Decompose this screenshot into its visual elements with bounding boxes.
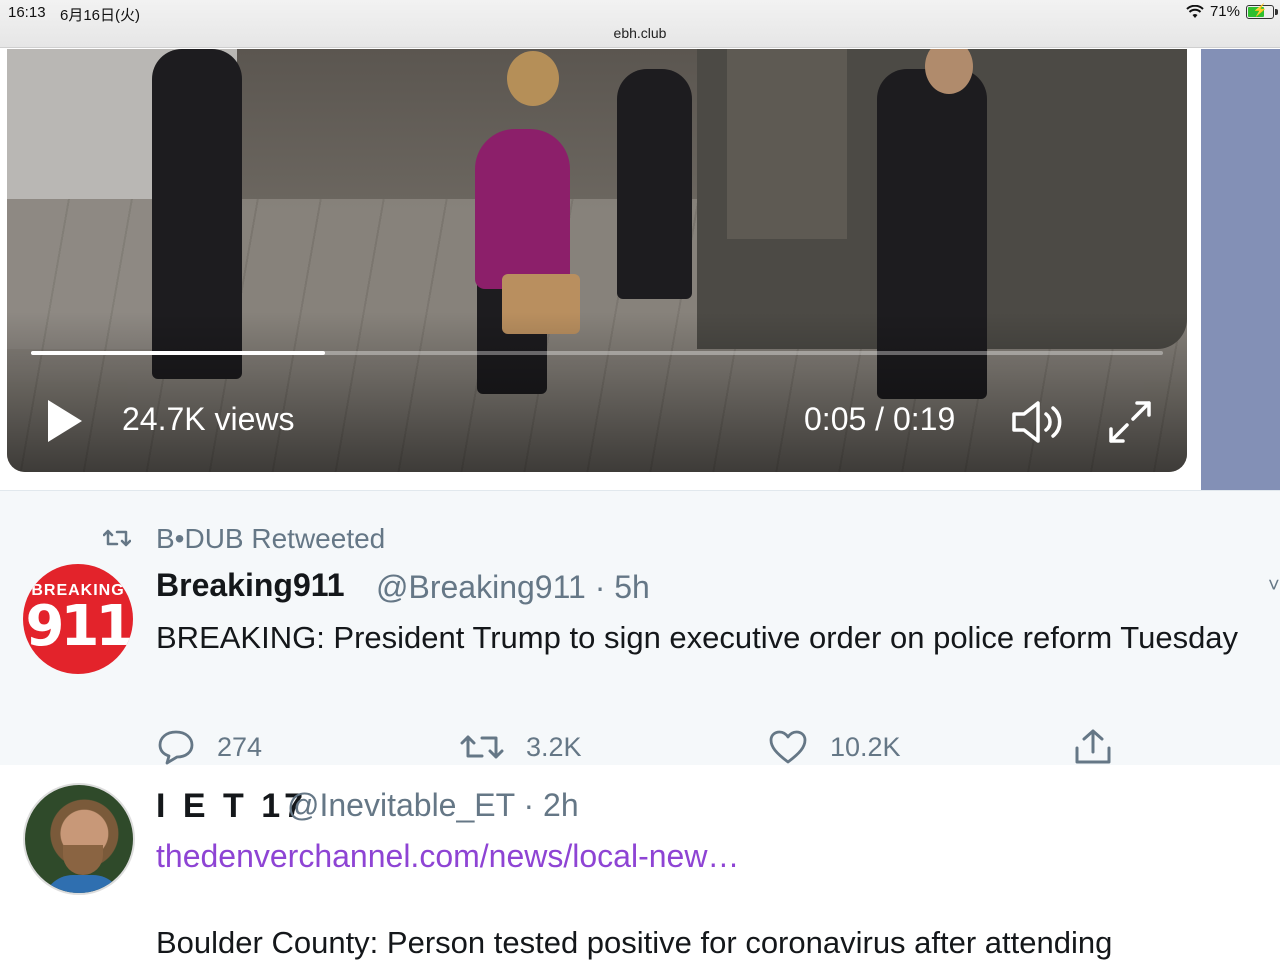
- retweet-context[interactable]: B•DUB Retweeted: [156, 523, 385, 555]
- video-frame-person: [617, 69, 692, 299]
- retweet-icon: [460, 735, 504, 759]
- heart-icon: [769, 730, 807, 764]
- video-frame-van-door: [727, 49, 847, 239]
- battery-icon: ⚡: [1246, 3, 1278, 19]
- video-progress-fill: [31, 351, 326, 355]
- reply-icon: [158, 730, 194, 765]
- tweet[interactable]: B•DUB Retweeted BREAKING 911 Breaking911…: [0, 490, 1280, 765]
- video-scrim: [7, 312, 1187, 472]
- retweeted-icon: [103, 529, 131, 547]
- status-time: 16:13: [8, 4, 46, 21]
- tweet[interactable]: I E T 17 @Inevitable_ET · 2h thedenverch…: [0, 765, 1280, 960]
- chevron-down-icon[interactable]: ˅: [1268, 575, 1280, 598]
- like-button[interactable]: 10.2K: [768, 727, 901, 767]
- url-bar[interactable]: ebh.club: [0, 25, 1280, 41]
- video-frame-coat: [475, 129, 570, 289]
- status-indicators: 71% ⚡: [1186, 3, 1278, 20]
- reply-button[interactable]: 274: [157, 727, 262, 767]
- tweet-text: Boulder County: Person tested positive f…: [156, 925, 1113, 960]
- retweet-count: 3.2K: [526, 731, 582, 762]
- tweet-handle-time[interactable]: @Breaking911 · 5h: [376, 569, 650, 606]
- video-timecode: 0:05 / 0:19: [804, 401, 956, 437]
- tweet-author-name[interactable]: I E T 17: [156, 787, 307, 826]
- status-bar: 16:13 6月16日(火) ebh.club 71% ⚡: [0, 0, 1280, 48]
- tweet-link[interactable]: thedenverchannel.com/news/local-new…: [156, 838, 739, 875]
- retweet-button[interactable]: 3.2K: [460, 727, 582, 767]
- avatar-photo-beard: [63, 845, 103, 875]
- tweet-text: BREAKING: President Trump to sign execut…: [156, 620, 1239, 655]
- tweet-handle-time[interactable]: @Inevitable_ET · 2h: [287, 787, 579, 824]
- avatar[interactable]: [23, 783, 135, 895]
- play-icon[interactable]: [45, 397, 85, 445]
- fullscreen-icon[interactable]: [1105, 397, 1155, 447]
- video-frame-head: [507, 51, 559, 106]
- avatar-logo-number: 911: [25, 594, 133, 659]
- video-player[interactable]: 24.7K views 0:05 / 0:19: [7, 49, 1187, 472]
- share-button[interactable]: [1072, 727, 1114, 767]
- avatar-photo-shirt: [43, 875, 123, 893]
- share-icon: [1075, 729, 1111, 764]
- battery-percent: 71%: [1209, 3, 1240, 20]
- video-view-count: 24.7K views: [122, 401, 295, 437]
- status-date: 6月16日(火): [60, 7, 141, 24]
- avatar[interactable]: BREAKING 911: [23, 564, 133, 674]
- volume-icon[interactable]: [1010, 399, 1068, 445]
- tweet-author-name[interactable]: Breaking911: [156, 567, 345, 604]
- like-count: 10.2K: [830, 731, 901, 762]
- reply-count: 274: [217, 731, 263, 762]
- wifi-icon: [1186, 4, 1204, 18]
- video-progress-bar[interactable]: [31, 351, 1163, 355]
- side-panel: [1201, 49, 1280, 490]
